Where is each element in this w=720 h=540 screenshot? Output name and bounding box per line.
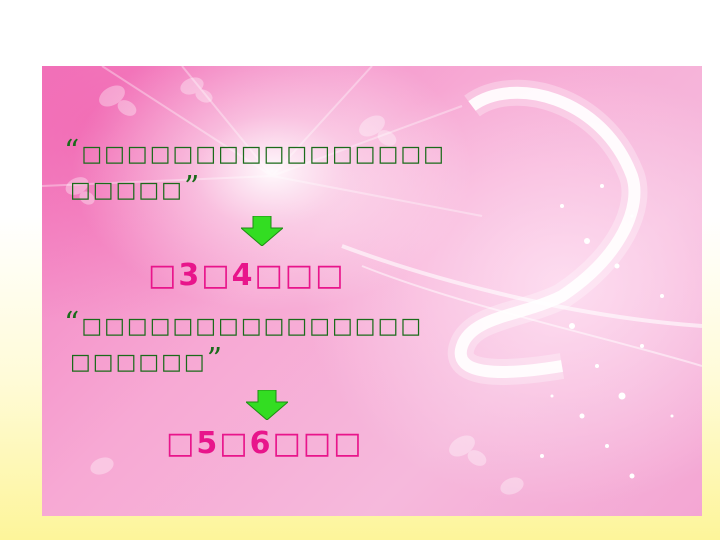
prompt-2-text-1: □□□□□□□□□□□□□□□ bbox=[81, 314, 424, 339]
answer-1: □3□4□□□ bbox=[148, 258, 346, 293]
prompt-1-line-1: “□□□□□□□□□□□□□□□□ bbox=[64, 137, 446, 168]
prompt-1-text-1: □□□□□□□□□□□□□□□□ bbox=[81, 142, 446, 167]
prompt-2-line-2: □□□□□□” bbox=[70, 345, 224, 376]
prompt-2-line-1: “□□□□□□□□□□□□□□□ bbox=[64, 309, 424, 340]
prompt-1-text-2: □□□□□ bbox=[70, 178, 184, 203]
prompt-1-line-2: □□□□□” bbox=[70, 173, 201, 204]
pink-butterfly-background: “□□□□□□□□□□□□□□□□ □□□□□” □3□4□□□ “□□□□□□… bbox=[42, 66, 702, 516]
answer-2: □5□6□□□ bbox=[166, 426, 364, 461]
open-quote: “ bbox=[64, 306, 82, 341]
close-quote: ” bbox=[183, 170, 202, 205]
open-quote: “ bbox=[64, 134, 82, 169]
arrow-down-icon bbox=[241, 216, 283, 246]
background-decoration bbox=[42, 66, 702, 495]
close-quote: ” bbox=[206, 342, 225, 377]
prompt-2-text-2: □□□□□□ bbox=[70, 350, 207, 375]
arrow-down-icon bbox=[246, 390, 288, 420]
